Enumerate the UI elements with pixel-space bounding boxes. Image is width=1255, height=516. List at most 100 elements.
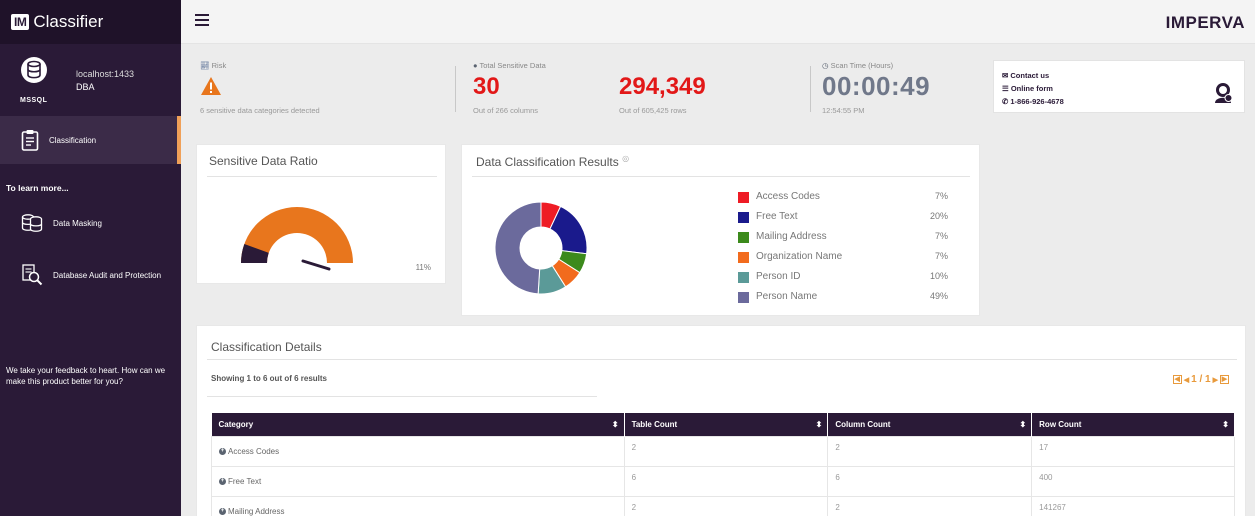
sidebar-item-data-masking[interactable]: Data Masking xyxy=(0,213,102,233)
divider xyxy=(207,176,437,177)
pagination: ◀ ◀ 1 / 1 ▶ ▶ xyxy=(1171,374,1231,385)
column-header-table-count[interactable]: Table Count ⬍ xyxy=(624,413,829,436)
last-page-icon[interactable]: ▶ xyxy=(1220,375,1229,384)
classification-table: Category ⬍ Table Count ⬍ Column Count ⬍ Row… xyxy=(211,413,1235,516)
sidebar-item-label: Database Audit and Protection xyxy=(53,270,162,280)
table-row: + Free Text 6 6 400 xyxy=(211,465,1235,497)
legend-label: Access Codes xyxy=(756,191,820,202)
database-type: MSSQL xyxy=(20,97,48,104)
ratio-card-title: Sensitive Data Ratio xyxy=(209,154,318,168)
sort-icon[interactable]: ⬍ xyxy=(612,420,619,429)
ratio-percent: 11% xyxy=(415,263,431,272)
legend-label: Person Name xyxy=(756,291,818,302)
legend-swatch xyxy=(738,252,749,263)
legend-item[interactable]: Free Text 20% xyxy=(738,210,948,224)
prev-page-icon[interactable]: ◀ xyxy=(1184,376,1189,384)
legend-value: 49% xyxy=(929,291,948,301)
legend-value: 7% xyxy=(934,251,948,261)
row-count-cell: 141267 xyxy=(1031,495,1235,516)
database-host: localhost:1433 xyxy=(76,69,135,79)
legend-item[interactable]: Mailing Address 7% xyxy=(738,230,948,244)
table-row: + Access Codes 2 2 17 xyxy=(211,435,1235,467)
category-cell[interactable]: + Access Codes xyxy=(211,435,625,467)
results-card-title: Data Classification Results ◎ xyxy=(476,154,630,169)
column-header-column-count[interactable]: Column Count ⬍ xyxy=(827,413,1033,436)
divider xyxy=(455,66,456,112)
scan-time-value: 00:00:49 xyxy=(822,71,931,101)
legend-label: Mailing Address xyxy=(756,231,827,242)
donut-slice-person-name[interactable] xyxy=(494,201,542,295)
column-header-row-count[interactable]: Row Count ⬍ xyxy=(1031,413,1235,436)
data-masking-icon xyxy=(21,214,43,232)
sidebar-item-label: Classification xyxy=(49,135,97,145)
column-header-category[interactable]: Category ⬍ xyxy=(211,413,625,436)
sidebar-item-classification[interactable]: Classification xyxy=(0,116,181,164)
sort-icon[interactable]: ⬍ xyxy=(816,420,823,429)
help-icon[interactable]: ◎ xyxy=(622,154,629,163)
legend-swatch xyxy=(738,232,749,243)
legend-label: Free Text xyxy=(756,211,798,222)
ratio-gauge xyxy=(241,207,353,271)
expand-icon[interactable]: + xyxy=(219,447,226,455)
expand-icon[interactable]: + xyxy=(219,507,226,515)
table-row: + Mailing Address 2 2 141267 xyxy=(211,495,1235,516)
contact-us-link[interactable]: ✉ Contact us xyxy=(1002,71,1049,80)
sensitive-rows-count: 294,349 xyxy=(619,73,706,100)
scan-time-label: ◷ Scan Time (Hours) xyxy=(822,61,894,70)
row-count-cell: 17 xyxy=(1031,435,1235,467)
sidebar-item-database-audit[interactable]: Database Audit and Protection xyxy=(0,264,161,286)
phone-icon: ✆ xyxy=(1002,97,1009,106)
page-indicator: 1 / 1 xyxy=(1191,374,1211,385)
table-count-cell: 2 xyxy=(623,495,829,516)
classification-details-card: Classification Details Showing 1 to 6 ou… xyxy=(196,325,1246,516)
top-header: IMPERVA xyxy=(181,0,1255,44)
feedback-prompt[interactable]: We take your feedback to heart. How can … xyxy=(6,365,181,387)
next-page-icon[interactable]: ▶ xyxy=(1213,376,1218,384)
risk-summary: 6 sensitive data categories detected xyxy=(200,106,320,115)
column-count-cell: 2 xyxy=(827,495,1033,516)
column-count-cell: 6 xyxy=(827,465,1033,497)
classification-donut-chart xyxy=(494,201,588,295)
support-agent-icon[interactable] xyxy=(1212,81,1234,103)
online-form-link[interactable]: ☰ Online form xyxy=(1002,84,1053,93)
divider xyxy=(207,359,1237,360)
legend-value: 20% xyxy=(929,211,948,221)
expand-icon[interactable]: + xyxy=(219,477,226,485)
gauge-needle xyxy=(301,259,331,271)
table-count-cell: 6 xyxy=(623,465,829,497)
sensitive-label: ● Total Sensitive Data xyxy=(473,61,546,70)
table-count-cell: 2 xyxy=(623,435,829,467)
database-info: MSSQL localhost:1433 DBA xyxy=(0,44,181,116)
legend-item[interactable]: Person ID 10% xyxy=(738,270,948,284)
warning-icon xyxy=(201,77,221,95)
risk-label: 📈︎ Risk xyxy=(200,61,227,70)
phone-link[interactable]: ✆ 1-866-926-4678 xyxy=(1002,97,1064,106)
learn-more-heading: To learn more... xyxy=(6,183,69,193)
legend-swatch xyxy=(738,192,749,203)
audit-search-icon xyxy=(22,264,43,286)
row-count-cell: 400 xyxy=(1031,465,1235,497)
results-count: Showing 1 to 6 out of 6 results xyxy=(211,374,328,383)
legend-item[interactable]: Person Name 49% xyxy=(738,290,948,304)
legend-item[interactable]: Access Codes 7% xyxy=(738,190,948,204)
divider xyxy=(207,396,597,397)
category-cell[interactable]: + Mailing Address xyxy=(211,495,625,516)
sort-icon[interactable]: ⬍ xyxy=(1019,420,1026,429)
legend-item[interactable]: Organization Name 7% xyxy=(738,250,948,264)
scan-clock-time: 12:54:55 PM xyxy=(822,106,865,115)
sort-icon[interactable]: ⬍ xyxy=(1222,420,1229,429)
brand[interactable]: IM Classifier xyxy=(0,0,181,44)
legend-swatch xyxy=(738,272,749,283)
sensitive-columns-count: 30 xyxy=(473,73,500,100)
document-icon: ☰ xyxy=(1002,84,1009,93)
legend-label: Person ID xyxy=(756,271,801,282)
sidebar-item-label: Data Masking xyxy=(53,218,102,228)
sensitive-rows-sub: Out of 605,425 rows xyxy=(619,106,687,115)
envelope-icon: ✉ xyxy=(1002,71,1009,80)
legend-value: 7% xyxy=(934,191,948,201)
legend-value: 10% xyxy=(929,271,948,281)
category-cell[interactable]: + Free Text xyxy=(211,465,625,497)
first-page-icon[interactable]: ◀ xyxy=(1172,375,1182,384)
sensitive-ratio-card: Sensitive Data Ratio 11% xyxy=(196,144,446,284)
menu-toggle-icon[interactable] xyxy=(195,14,209,26)
